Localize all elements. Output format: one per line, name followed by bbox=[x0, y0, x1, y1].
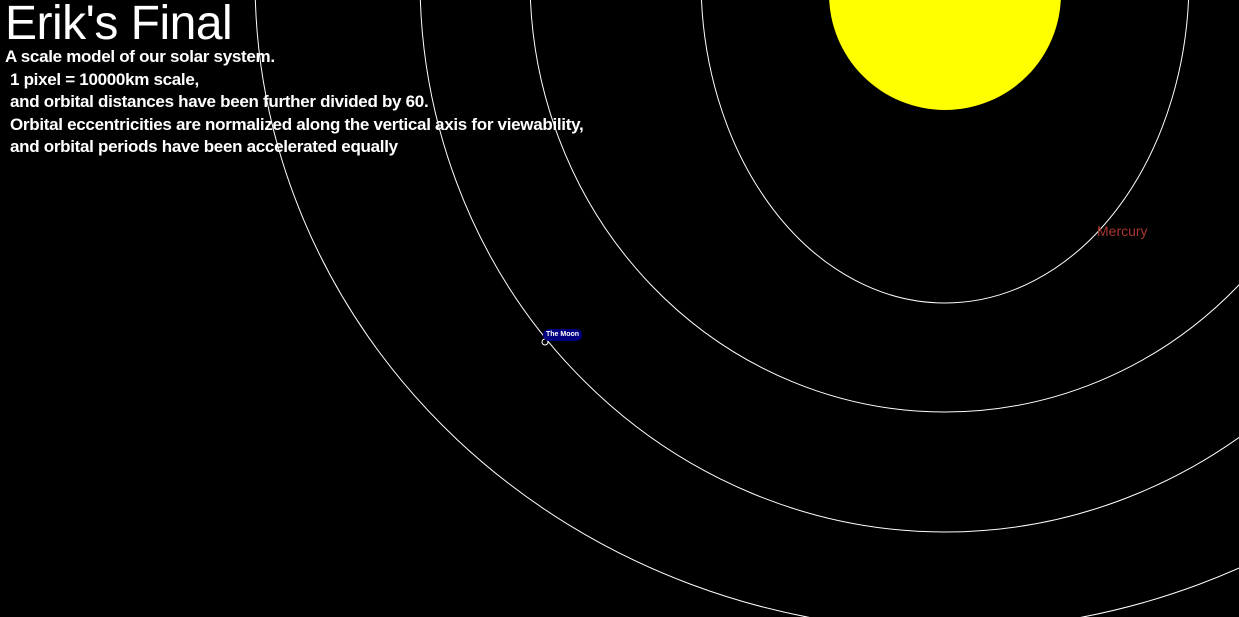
description-line: and orbital distances have been further … bbox=[10, 92, 429, 111]
description-line: and orbital periods have been accelerate… bbox=[10, 137, 398, 156]
description-line: Orbital eccentricities are normalized al… bbox=[10, 114, 584, 134]
moon-label: The Moon bbox=[543, 329, 583, 341]
description-line: A scale model of our solar system. bbox=[5, 47, 275, 66]
page-description: A scale model of our solar system. 1 pix… bbox=[5, 46, 584, 159]
description-line: 1 pixel = 10000km scale, bbox=[10, 69, 199, 89]
sun bbox=[829, 0, 1061, 110]
solar-system-stage: Erik's Final A scale model of our solar … bbox=[0, 0, 1239, 617]
mercury-label: Mercury bbox=[1097, 223, 1148, 239]
